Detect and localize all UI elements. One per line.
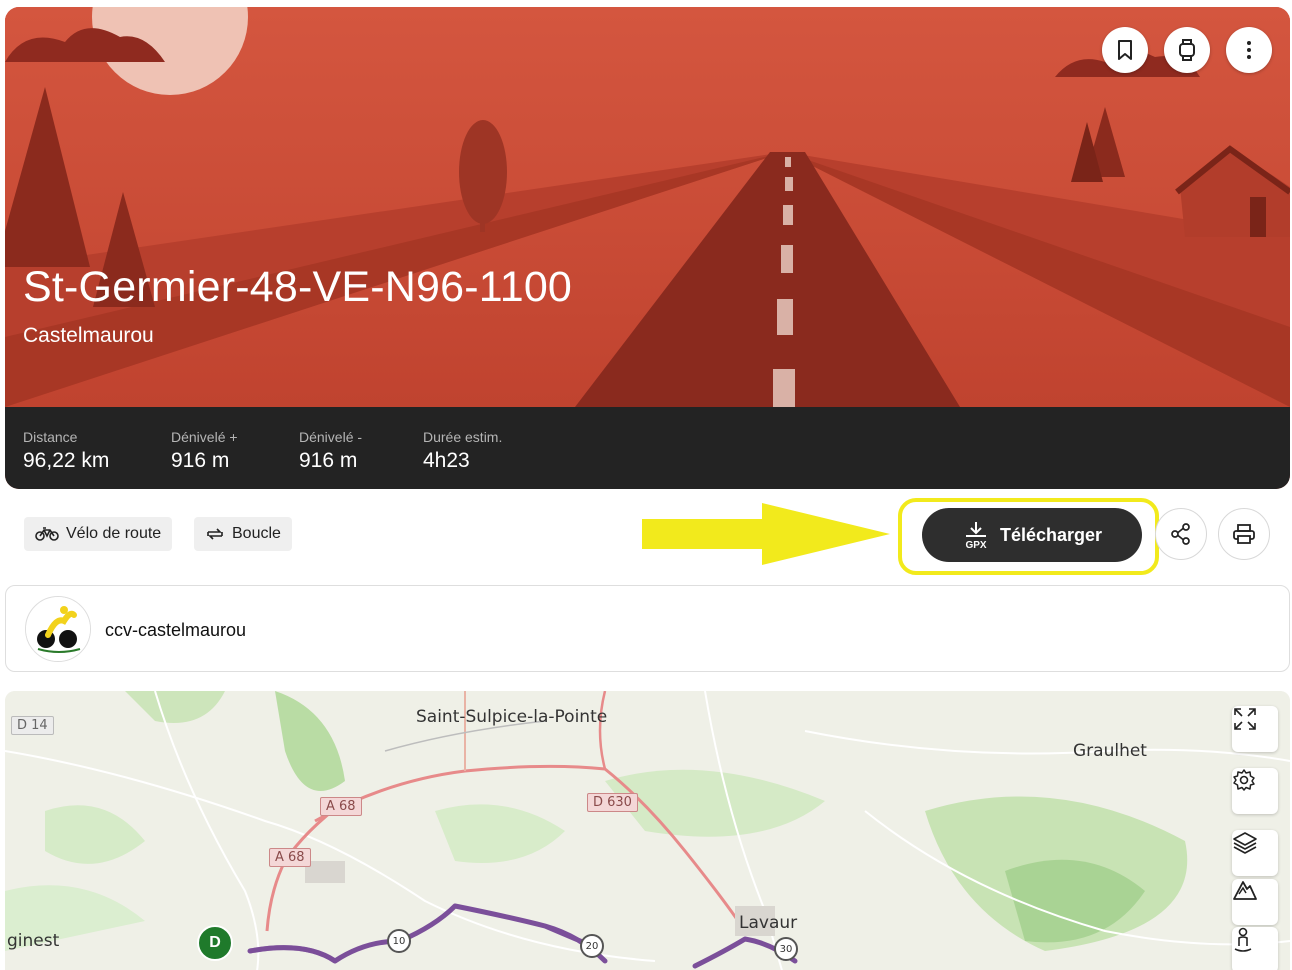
map-layers-button[interactable] — [1232, 830, 1278, 876]
bookmark-button[interactable] — [1102, 27, 1148, 73]
send-to-watch-button[interactable] — [1164, 27, 1210, 73]
stat-elevation-loss: Dénivelé - 916 m — [299, 429, 362, 473]
watch-icon — [1179, 39, 1195, 61]
km-marker-10: 10 — [387, 929, 411, 953]
stat-distance-label: Distance — [23, 429, 78, 445]
map-settings-button[interactable] — [1232, 768, 1278, 814]
loop-icon — [207, 528, 223, 540]
more-options-button[interactable] — [1226, 27, 1272, 73]
stat-distance: Distance 96,22 km — [23, 429, 109, 473]
share-button[interactable] — [1155, 508, 1207, 560]
download-gpx-button[interactable]: GPX Télécharger — [922, 508, 1142, 562]
place-ginest: ginest — [7, 931, 60, 951]
route-page: St-Germier-48-VE-N96-1100 Castelmaurou D… — [0, 0, 1292, 970]
stat-elevation-gain: Dénivelé + 916 m — [171, 429, 238, 473]
more-vertical-icon — [1247, 41, 1251, 59]
download-button-label: Télécharger — [999, 524, 1103, 545]
annotation-arrow — [642, 503, 890, 565]
settings-icon — [1233, 769, 1255, 791]
activity-tag: Vélo de route — [24, 517, 173, 551]
route-title: St-Germier-48-VE-N96-1100 — [23, 263, 573, 311]
stat-distance-value: 96,22 km — [23, 449, 110, 472]
gpx-download-icon: GPX — [965, 522, 987, 549]
hero-action-group — [1102, 27, 1272, 73]
place-lavaur: Lavaur — [739, 913, 798, 933]
km-marker-20: 20 — [580, 934, 604, 958]
road-label-a68-top: A 68 — [320, 797, 362, 816]
gpx-icon-text: GPX — [965, 540, 986, 549]
author-name[interactable]: ccv-castelmaurou — [105, 620, 246, 641]
road-label-a68-bottom: A 68 — [269, 848, 311, 867]
route-hero-banner: St-Germier-48-VE-N96-1100 Castelmaurou D… — [5, 7, 1290, 489]
route-map[interactable]: Saint-Sulpice-la-Pointe Graulhet Lavaur … — [5, 691, 1290, 970]
map-tiles — [5, 691, 1290, 970]
print-icon — [1233, 524, 1255, 544]
bike-icon — [35, 527, 59, 541]
stat-elevation-loss-label: Dénivelé - — [299, 429, 363, 445]
km-marker-30: 30 — [774, 937, 798, 961]
stat-duration-label: Durée estim. — [423, 429, 503, 445]
road-label-d630: D 630 — [587, 793, 638, 812]
share-icon — [1171, 523, 1190, 545]
route-type-tag: Boucle — [194, 517, 292, 551]
pegman-icon — [1234, 927, 1252, 952]
fullscreen-icon — [1234, 708, 1256, 730]
layers-icon — [1233, 832, 1257, 854]
activity-tag-label: Vélo de route — [66, 525, 162, 542]
start-marker[interactable]: D — [197, 925, 233, 961]
club-logo-icon — [26, 597, 90, 661]
road-illustration — [5, 7, 1290, 407]
road-label-d14: D 14 — [11, 716, 54, 735]
bookmark-icon — [1118, 40, 1132, 60]
author-card[interactable]: ccv-castelmaurou — [5, 585, 1290, 672]
print-button[interactable] — [1218, 508, 1270, 560]
stat-elevation-gain-value: 916 m — [171, 449, 230, 472]
place-graulhet: Graulhet — [1073, 741, 1147, 761]
route-stats-bar: Distance 96,22 km Dénivelé + 916 m Déniv… — [5, 407, 1290, 489]
place-saint-sulpice: Saint-Sulpice-la-Pointe — [416, 707, 608, 727]
map-terrain-button[interactable] — [1232, 879, 1278, 925]
stat-duration-value: 4h23 — [423, 449, 470, 472]
route-type-tag-label: Boucle — [232, 525, 281, 542]
stat-elevation-gain-label: Dénivelé + — [171, 429, 238, 445]
terrain-icon — [1233, 881, 1257, 900]
stat-duration: Durée estim. 4h23 — [423, 429, 502, 473]
stat-elevation-loss-value: 916 m — [299, 449, 358, 472]
author-avatar — [25, 596, 91, 662]
map-streetview-button[interactable] — [1232, 927, 1278, 970]
fullscreen-button[interactable] — [1232, 706, 1278, 752]
route-location: Castelmaurou — [23, 324, 154, 347]
